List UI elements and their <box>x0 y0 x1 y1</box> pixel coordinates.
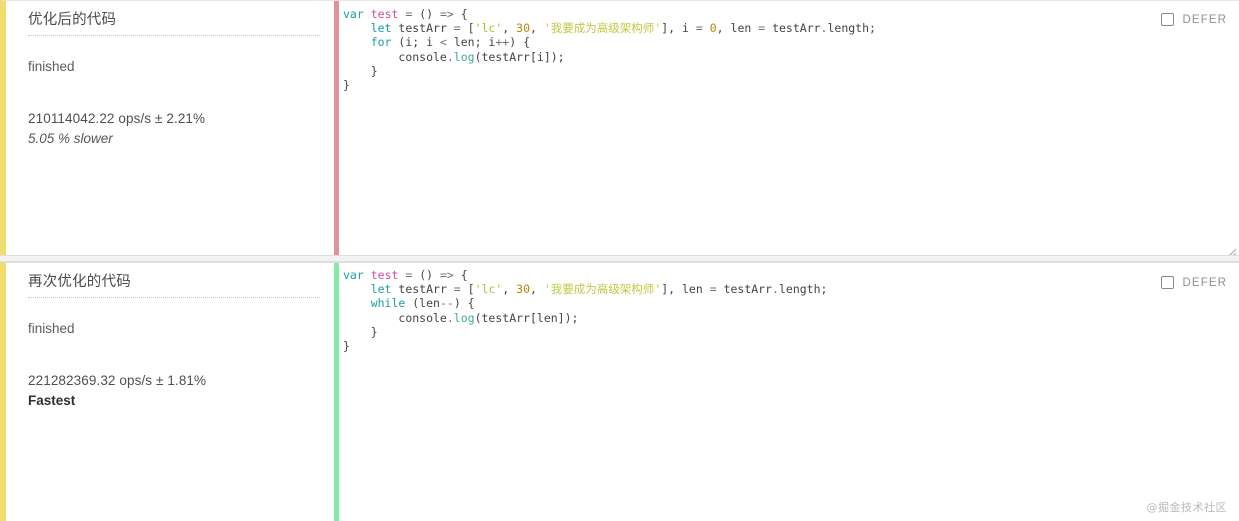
test-case-code-column: var test = () => { let testArr = ['lc', … <box>334 262 1239 521</box>
defer-checkbox[interactable] <box>1160 276 1174 289</box>
test-case-block: 优化后的代码 finished 210114042.22 ops/s ± 2.2… <box>0 0 1239 262</box>
test-case-title[interactable]: 优化后的代码 <box>28 10 320 30</box>
code-editor-fastest[interactable]: var test = () => { let testArr = ['lc', … <box>334 263 1239 521</box>
code-block[interactable]: var test = () => { let testArr = ['lc', … <box>339 1 1239 92</box>
site-watermark: @掘金技术社区 <box>1146 501 1227 514</box>
test-case-info-column: 优化后的代码 finished 210114042.22 ops/s ± 2.2… <box>0 0 334 262</box>
test-case-rank: 5.05 % slower <box>28 131 113 146</box>
defer-control[interactable]: DEFER <box>1160 276 1227 289</box>
defer-label: DEFER <box>1182 276 1227 289</box>
test-case-ops: 210114042.22 ops/s ± 2.21% <box>28 111 206 126</box>
test-case-title-field[interactable]: 优化后的代码 <box>28 6 320 36</box>
defer-checkbox[interactable] <box>1160 13 1174 26</box>
test-case-status: finished <box>28 59 75 74</box>
defer-control[interactable]: DEFER <box>1160 13 1227 26</box>
test-case-block: 再次优化的代码 finished 221282369.32 ops/s ± 1.… <box>0 262 1239 521</box>
test-case-ops: 221282369.32 ops/s ± 1.81% <box>28 373 207 388</box>
benchmark-results-page: 优化后的代码 finished 210114042.22 ops/s ± 2.2… <box>0 0 1239 521</box>
code-block[interactable]: var test = () => { let testArr = ['lc', … <box>339 263 1239 353</box>
test-case-status: finished <box>28 321 75 336</box>
test-case-info-column: 再次优化的代码 finished 221282369.32 ops/s ± 1.… <box>0 262 334 521</box>
test-case-code-column: var test = () => { let testArr = ['lc', … <box>334 0 1239 262</box>
test-case-result: 221282369.32 ops/s ± 1.81% Fastest <box>28 371 334 411</box>
test-case-title-field[interactable]: 再次优化的代码 <box>28 268 320 298</box>
code-editor-slower[interactable]: var test = () => { let testArr = ['lc', … <box>334 1 1239 262</box>
test-case-title[interactable]: 再次优化的代码 <box>28 272 320 292</box>
test-case-separator <box>0 255 1239 262</box>
test-case-result: 210114042.22 ops/s ± 2.21% 5.05 % slower <box>28 109 334 149</box>
test-case-rank: Fastest <box>28 393 76 408</box>
defer-label: DEFER <box>1182 13 1227 26</box>
